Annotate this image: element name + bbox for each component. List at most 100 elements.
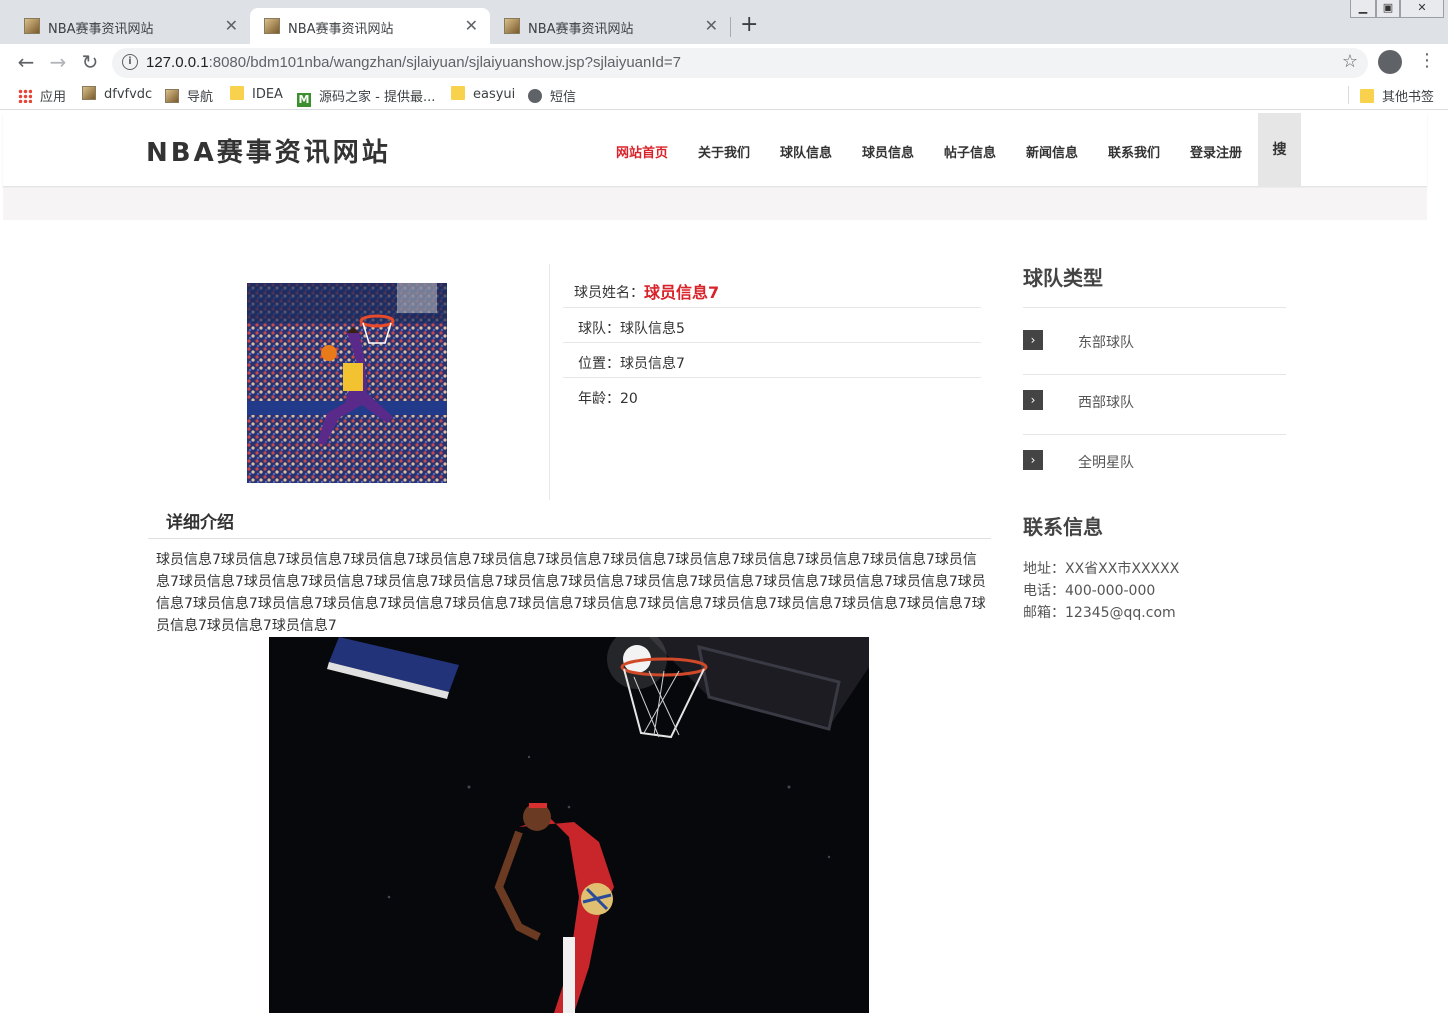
site-favicon-icon xyxy=(264,18,280,34)
sidebar-item-allstar[interactable]: › 全明星队 xyxy=(1023,450,1286,510)
browser-tab-active[interactable]: NBA赛事资讯网站 ✕ xyxy=(250,8,490,44)
minimize-button[interactable]: ▁ xyxy=(1350,0,1376,18)
bookmark-label: dfvfvdc xyxy=(104,87,153,102)
new-tab-button[interactable]: + xyxy=(740,12,758,37)
detail-title: 详细介绍 xyxy=(166,513,234,533)
sidebar-item-west[interactable]: › 西部球队 xyxy=(1023,390,1286,450)
site-favicon-icon xyxy=(504,18,520,34)
nav-news[interactable]: 新闻信息 xyxy=(1026,142,1078,161)
image-icon xyxy=(82,86,96,100)
bookmark-label: 源码之家 - 提供最... xyxy=(319,90,436,105)
contact-email: 邮箱：12345@qq.com xyxy=(1023,605,1176,621)
browser-tab-strip: NBA赛事资讯网站 ✕ NBA赛事资讯网站 ✕ NBA赛事资讯网站 ✕ + ▁ … xyxy=(0,0,1448,44)
tab-title: NBA赛事资讯网站 xyxy=(48,22,154,37)
chevron-right-icon: › xyxy=(1023,330,1043,350)
player-team-row: 球队：球队信息5 xyxy=(563,308,981,343)
folder-icon xyxy=(451,86,465,100)
back-arrow-icon[interactable]: ← xyxy=(14,50,38,74)
bookmark-yuanma[interactable]: M 源码之家 - 提供最... xyxy=(297,86,435,107)
url-text[interactable]: 127.0.0.1:8080/bdm101nba/wangzhan/sjlaiy… xyxy=(146,54,681,71)
detail-divider xyxy=(148,538,991,539)
nav-login[interactable]: 登录注册 xyxy=(1190,142,1242,161)
player-position: 位置：球员信息7 xyxy=(578,356,685,372)
player-age: 年龄：20 xyxy=(578,391,638,407)
tab-close-icon[interactable]: ✕ xyxy=(705,16,718,35)
bookmark-dfvfvdc[interactable]: dfvfvdc xyxy=(82,86,152,102)
nav-contact[interactable]: 联系我们 xyxy=(1108,142,1160,161)
detail-photo-image xyxy=(269,637,869,1013)
sidebar-item-label: 西部球队 xyxy=(1078,395,1134,411)
sidebar-divider xyxy=(1023,374,1286,375)
player-age-row: 年龄：20 xyxy=(563,378,981,413)
site-info-icon[interactable]: i xyxy=(122,54,138,70)
folder-icon xyxy=(230,86,244,100)
bookmark-divider xyxy=(1348,86,1349,104)
sidebar-item-label: 东部球队 xyxy=(1078,335,1134,351)
player-name-label: 球员姓名： xyxy=(574,285,644,301)
nav-posts[interactable]: 帖子信息 xyxy=(944,142,996,161)
contact-phone: 电话：400-000-000 xyxy=(1023,583,1156,599)
bookmark-other[interactable]: 其他书签 xyxy=(1360,86,1434,105)
web-page: NBA赛事资讯网站 网站首页 关于我们 球队信息 球员信息 帖子信息 新闻信息 … xyxy=(3,112,1427,1013)
close-window-button[interactable]: ✕ xyxy=(1400,0,1444,18)
player-name: 球员信息7 xyxy=(644,283,720,302)
player-position-row: 位置：球员信息7 xyxy=(563,343,981,378)
apps-icon xyxy=(18,89,32,103)
tab-title: NBA赛事资讯网站 xyxy=(528,22,634,37)
chevron-right-icon: › xyxy=(1023,450,1043,470)
menu-kebab-icon[interactable]: ⋮ xyxy=(1418,50,1436,71)
forward-arrow-icon[interactable]: → xyxy=(46,50,70,74)
address-bar[interactable]: i 127.0.0.1:8080/bdm101nba/wangzhan/sjla… xyxy=(112,48,1368,78)
bookmark-nav[interactable]: 导航 xyxy=(165,86,213,105)
reload-icon[interactable]: ↻ xyxy=(78,50,102,74)
player-photo-image xyxy=(247,283,447,483)
contact-address: 地址：XX省XX市XXXXX xyxy=(1023,561,1180,577)
bookmark-easyui[interactable]: easyui xyxy=(451,86,515,102)
info-divider xyxy=(549,264,550,500)
bookmark-idea[interactable]: IDEA xyxy=(230,86,283,102)
bookmark-label: 导航 xyxy=(187,90,214,105)
sidebar-divider xyxy=(1023,307,1286,308)
bookmark-label: 其他书签 xyxy=(1382,90,1435,105)
bookmark-label: IDEA xyxy=(252,87,283,102)
bookmark-sms[interactable]: 短信 xyxy=(528,86,576,105)
bookmark-star-icon[interactable]: ☆ xyxy=(1342,51,1358,72)
banner-strip xyxy=(3,188,1427,220)
sidebar-divider xyxy=(1023,434,1286,435)
bookmark-label: 应用 xyxy=(40,90,67,105)
nav-teams[interactable]: 球队信息 xyxy=(780,142,832,161)
maximize-button[interactable]: ▣ xyxy=(1376,0,1400,18)
browser-tab[interactable]: NBA赛事资讯网站 ✕ xyxy=(10,8,250,44)
globe-icon xyxy=(528,89,542,103)
team-types-title: 球队类型 xyxy=(1023,266,1103,290)
m-icon: M xyxy=(297,93,311,107)
site-logo[interactable]: NBA赛事资讯网站 xyxy=(146,132,391,169)
browser-tab[interactable]: NBA赛事资讯网站 ✕ xyxy=(490,8,730,44)
bookmark-label: 短信 xyxy=(550,90,577,105)
nav-about[interactable]: 关于我们 xyxy=(698,142,750,161)
player-photo xyxy=(247,283,447,483)
bookmark-apps[interactable]: 应用 xyxy=(18,86,66,105)
bookmarks-bar: 应用 dfvfvdc 导航 IDEA M 源码之家 - 提供最... easyui… xyxy=(0,80,1448,110)
url-path: :8080/bdm101nba/wangzhan/sjlaiyuan/sjlai… xyxy=(208,54,681,71)
contact-title: 联系信息 xyxy=(1023,515,1103,539)
site-header: NBA赛事资讯网站 网站首页 关于我们 球队信息 球员信息 帖子信息 新闻信息 … xyxy=(3,112,1427,187)
url-host: 127.0.0.1 xyxy=(146,54,209,71)
detail-photo xyxy=(269,637,869,1013)
site-favicon-icon xyxy=(24,18,40,34)
tab-title: NBA赛事资讯网站 xyxy=(288,22,394,37)
tab-close-icon[interactable]: ✕ xyxy=(465,16,478,35)
detail-text: 球员信息7球员信息7球员信息7球员信息7球员信息7球员信息7球员信息7球员信息7… xyxy=(156,552,986,634)
tab-close-icon[interactable]: ✕ xyxy=(225,16,238,35)
bookmark-label: easyui xyxy=(473,87,516,102)
browser-toolbar: ← → ↻ i 127.0.0.1:8080/bdm101nba/wangzha… xyxy=(0,44,1448,80)
tab-divider xyxy=(730,17,731,37)
nav-players[interactable]: 球员信息 xyxy=(862,142,914,161)
image-icon xyxy=(165,89,179,103)
folder-icon xyxy=(1360,89,1374,103)
nav-home[interactable]: 网站首页 xyxy=(616,142,668,161)
sidebar-item-east[interactable]: › 东部球队 xyxy=(1023,330,1286,390)
player-name-row: 球员姓名： 球员信息7 xyxy=(563,270,981,308)
profile-avatar-icon[interactable] xyxy=(1378,50,1402,74)
search-button[interactable]: 搜 xyxy=(1258,113,1301,187)
